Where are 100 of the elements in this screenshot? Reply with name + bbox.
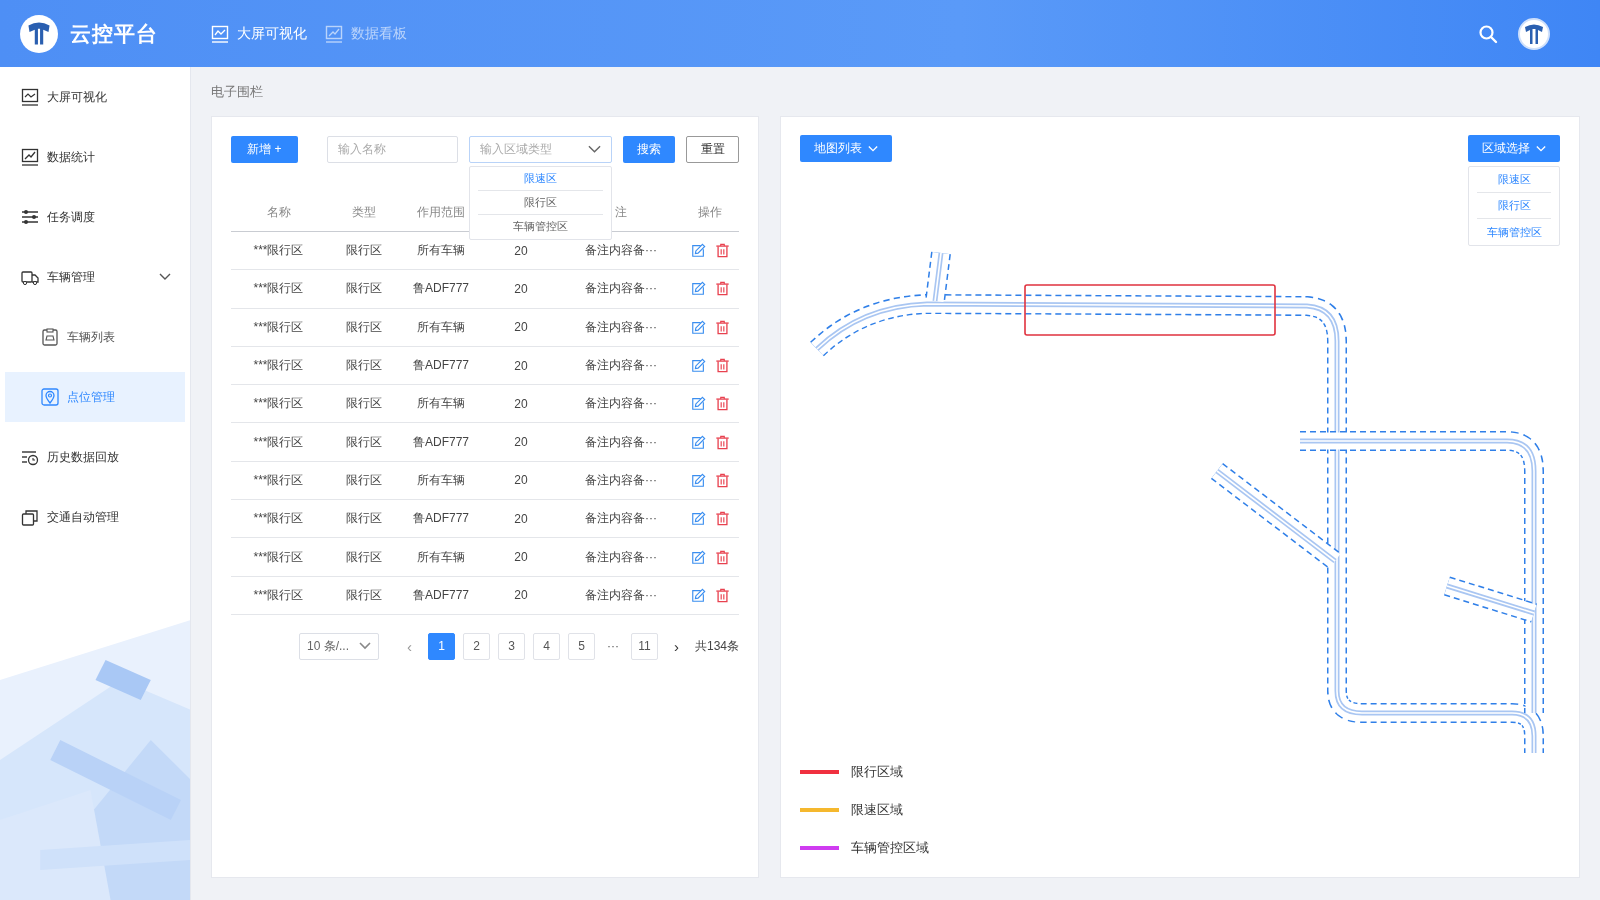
dropdown-option[interactable]: 限行区 [477,190,603,215]
table-cell: ***限行区 [253,357,304,375]
chevron-down-icon [587,145,601,153]
trash-icon[interactable] [714,549,730,565]
page-button[interactable]: 1 [427,632,455,660]
sidebar-item[interactable]: 交通自动管理 [5,487,185,547]
table-cell: 鲁ADF777 [413,586,469,604]
sidebar-item[interactable]: 车辆列表 [5,307,185,367]
column-header: 名称 [266,204,291,221]
table-cell: 备注内容备··· [585,471,657,489]
table-cell: 限行区 [345,357,382,375]
name-input-field[interactable]: 输入名称 [326,135,458,163]
reset-button[interactable]: 重置 [686,135,739,163]
breadcrumb: 电子围栏 [211,82,263,101]
search-button[interactable]: 搜索 [622,135,675,163]
edit-icon[interactable] [690,358,706,374]
table-cell: 鲁ADF777 [413,510,469,528]
sidebar-item[interactable]: 大屏可视化 [5,67,185,127]
sidebar-item[interactable]: 车辆管理 [5,247,185,307]
table-cell: 所有车辆 [417,318,465,336]
table-cell: 备注内容备··· [585,510,657,528]
page-button[interactable]: 4 [532,632,560,660]
page-button[interactable]: 2 [462,632,490,660]
edit-icon[interactable] [690,281,706,297]
avatar-icon[interactable] [1518,17,1550,50]
region-option[interactable]: 限行区 [1477,193,1551,219]
truck-icon [21,268,39,286]
table-cell: 限行区 [345,318,382,336]
legend-label: 车辆管控区域 [851,839,929,857]
table-cell: 鲁ADF777 [413,280,469,298]
table-cell: 20 [514,396,528,411]
edit-icon[interactable] [690,319,706,335]
sidebar-item[interactable]: 任务调度 [5,187,185,247]
table-cell: 20 [514,511,528,526]
region-option[interactable]: 车辆管控区 [1477,219,1551,245]
column-header: 作用范围 [417,204,465,221]
trash-icon[interactable] [714,358,730,374]
table-cell: 限行区 [345,586,382,604]
map-list-button[interactable]: 地图列表 [800,135,892,162]
chevron-down-icon [358,642,371,651]
legend-label: 限速区域 [851,801,903,819]
search-icon[interactable] [1478,23,1498,44]
table-cell: ***限行区 [253,548,304,566]
page-button[interactable]: 11 [630,632,658,660]
column-header: 类型 [351,204,376,221]
trash-icon[interactable] [714,511,730,527]
table-cell: 20 [514,550,528,564]
table-cell: 限行区 [345,395,382,413]
column-header: 注 [615,204,627,221]
table-cell: 鲁ADF777 [413,433,469,451]
page-size-select[interactable]: 10 条/... [298,632,379,660]
sidebar-item[interactable]: 历史数据回放 [5,427,185,487]
table-cell: 限行区 [345,510,382,528]
edit-icon[interactable] [690,434,706,450]
table-cell: 限行区 [345,433,382,451]
trash-icon[interactable] [714,434,730,450]
add-button[interactable]: 新增 + [231,135,298,163]
sidebar-item[interactable]: 点位管理 [5,372,185,422]
edit-icon[interactable] [690,511,706,527]
table-cell: 限行区 [345,471,382,489]
table-cell: 鲁ADF777 [413,357,469,375]
page-button[interactable]: 3 [497,632,525,660]
trash-icon[interactable] [714,587,730,603]
table-cell: 备注内容备··· [585,318,657,336]
next-page-button[interactable]: › [665,637,687,655]
table-cell: ***限行区 [253,433,304,451]
region-select-button[interactable]: 区域选择 [1468,135,1560,162]
trash-icon[interactable] [714,396,730,412]
edit-icon[interactable] [690,549,706,565]
table-cell: 备注内容备··· [585,433,657,451]
page-button[interactable]: 5 [567,632,595,660]
table-cell: 20 [514,473,528,488]
column-header: 操作 [698,204,722,221]
chevron-down-icon [1536,144,1546,153]
edit-icon[interactable] [690,243,706,259]
total-count: 共134条 [694,637,739,655]
legend-label: 限行区域 [851,763,903,781]
table-cell: ***限行区 [253,510,304,528]
edit-icon[interactable] [690,472,706,488]
trash-icon[interactable] [714,319,730,335]
table-cell: 限行区 [345,242,382,260]
more-pages-button[interactable]: ··· [602,639,623,654]
table-cell: 20 [514,243,528,258]
table-cell: ***限行区 [253,280,304,298]
region-option[interactable]: 限速区 [1477,167,1551,193]
edit-icon[interactable] [690,587,706,603]
edit-icon[interactable] [690,396,706,412]
table-cell: ***限行区 [253,395,304,413]
trash-icon[interactable] [714,472,730,488]
trash-icon[interactable] [714,281,730,297]
dropdown-option[interactable]: 车辆管控区 [477,214,603,239]
trash-icon[interactable] [714,243,730,259]
table-cell: ***限行区 [253,586,304,604]
table-cell: 20 [514,320,528,335]
table-cell: 限行区 [345,548,382,566]
app-title: 云控平台 [70,20,158,47]
dropdown-option[interactable]: 限速区 [477,166,603,191]
chevron-down-icon [868,144,878,153]
sidebar-item[interactable]: 数据统计 [5,127,185,187]
location-pin-icon [41,388,59,406]
